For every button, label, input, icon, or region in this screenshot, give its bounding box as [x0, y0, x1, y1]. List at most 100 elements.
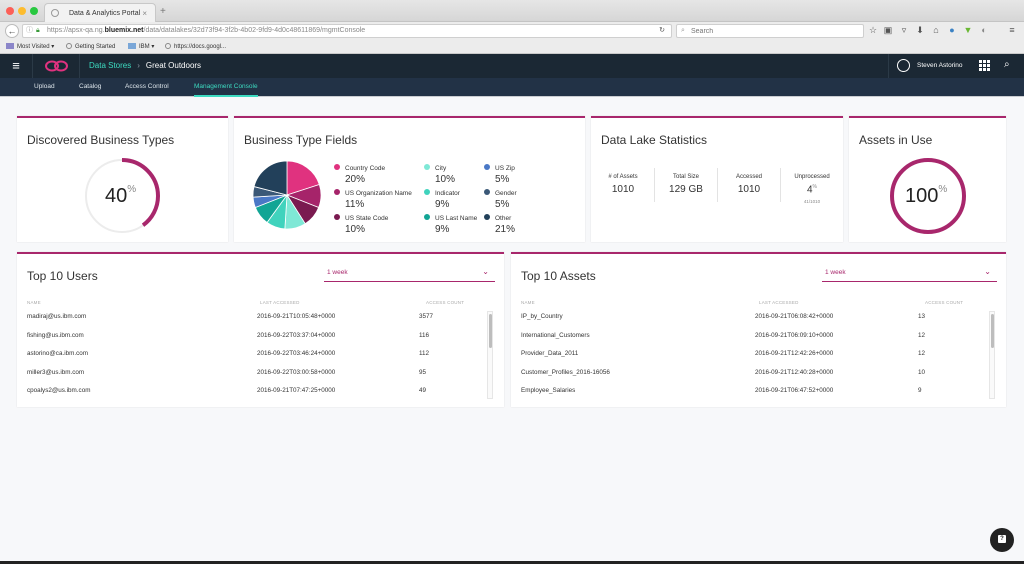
legend-dot-icon: [334, 214, 340, 220]
browser-search-input[interactable]: [691, 26, 851, 36]
scrollbar-thumb[interactable]: [489, 314, 492, 348]
url-domain: bluemix.net: [104, 27, 144, 34]
tab-close-icon[interactable]: ×: [142, 9, 147, 18]
new-tab-button[interactable]: +: [160, 6, 166, 17]
legend-item: City 10%: [424, 164, 455, 185]
row-name: madiraj@us.ibm.com: [27, 313, 87, 320]
column-header-name: Name: [521, 300, 535, 305]
browser-tab[interactable]: Data & Analytics Portal ×: [44, 3, 156, 22]
legend-percent: 9%: [435, 224, 450, 235]
breadcrumb: Data Stores › Great Outdoors: [89, 61, 201, 70]
user-menu[interactable]: Steven Astorino: [888, 54, 963, 78]
home-icon[interactable]: ⌂: [930, 25, 942, 35]
download-icon[interactable]: ⬇: [914, 25, 926, 36]
window-close-button[interactable]: [6, 7, 14, 15]
window-minimize-button[interactable]: [18, 7, 26, 15]
hamburger-menu-icon[interactable]: ≡: [0, 54, 33, 78]
row-name: miller3@us.ibm.com: [27, 368, 85, 376]
legend-percent: 20%: [345, 174, 366, 185]
avatar-icon: [897, 59, 910, 72]
row-access-count: 10: [918, 368, 926, 376]
bookmark-ibm[interactable]: IBM ▾: [128, 43, 154, 50]
tab-title: Data & Analytics Portal: [69, 10, 141, 17]
stat-label: Accessed: [735, 174, 762, 180]
row-access-count: 13: [918, 313, 926, 320]
globe-icon: [51, 9, 59, 17]
legend-percent: 9%: [435, 199, 450, 210]
app-search-icon[interactable]: ⌕: [1004, 59, 1010, 70]
row-name: International_Customers: [521, 331, 590, 339]
stat-label: Unprocessed: [794, 174, 830, 180]
app-logo[interactable]: [33, 54, 80, 78]
top-users-period-dropdown[interactable]: 1 week ⌄: [324, 266, 495, 282]
stat-value: 4%: [780, 184, 844, 195]
bookmark-getting-started[interactable]: Getting Started: [66, 43, 115, 50]
discovered-business-types-card: Discovered Business Types 40%: [17, 116, 228, 242]
row-name: IP_by_Country: [521, 313, 563, 320]
app-header: ≡ Data Stores › Great Outdoors Steven Asto…: [0, 54, 1024, 78]
legend-percent: 5%: [495, 174, 510, 185]
row-access-count: 95: [419, 368, 427, 376]
scrollbar[interactable]: [989, 311, 995, 399]
url-path: /data/datalakes/32d73f94-3f2b-4b02-9fd9-…: [143, 27, 366, 34]
row-last-accessed: 2016-09-21T06:09:10+0000: [755, 331, 834, 339]
legend-percent: 10%: [345, 224, 366, 235]
tab-catalog[interactable]: Catalog: [79, 83, 101, 97]
app-switcher-grid-icon[interactable]: [979, 60, 990, 71]
top-assets-card: Top 10 Assets 1 week ⌄ Name Last Accesse…: [511, 252, 1006, 407]
legend-dot-icon: [424, 214, 430, 220]
legend-item: US Zip 5%: [484, 164, 515, 185]
legend-label: US Zip: [495, 165, 515, 172]
window-zoom-button[interactable]: [30, 7, 38, 15]
sub-navigation: Upload Catalog Access Control Management…: [0, 78, 1024, 97]
back-arrow-icon[interactable]: ←: [5, 24, 19, 38]
folder-icon: [6, 43, 14, 49]
row-access-count: 49: [419, 387, 427, 394]
bookmark-most-visited[interactable]: Most Visited ▾: [6, 43, 54, 50]
bookmark-docs[interactable]: https://docs.googl...: [165, 43, 226, 50]
tab-upload[interactable]: Upload: [34, 83, 55, 97]
top-assets-period-dropdown[interactable]: 1 week ⌄: [822, 266, 997, 282]
clipboard-icon[interactable]: ▣: [882, 25, 894, 36]
user-extension-icon[interactable]: ●: [946, 25, 958, 35]
green-extension-icon[interactable]: ▼: [962, 25, 974, 35]
card-title: Top 10 Assets: [521, 269, 596, 283]
legend-dot-icon: [484, 164, 490, 170]
legend-item: US Last Name 9%: [424, 214, 477, 235]
tab-management-console[interactable]: Management Console: [194, 83, 258, 97]
tab-access-control[interactable]: Access Control: [125, 83, 169, 97]
discovered-value: 40%: [105, 184, 136, 208]
column-header-name: Name: [27, 300, 41, 305]
browser-search-bar[interactable]: ⌕: [676, 24, 864, 38]
column-header-access-count: Access Count: [426, 300, 465, 305]
info-icon[interactable]: ⓘ: [26, 25, 33, 37]
logo-icon: [45, 60, 68, 72]
help-chat-button[interactable]: ?: [990, 528, 1014, 552]
stat-label: # of Assets: [608, 174, 638, 180]
row-name: cpoalys2@us.ibm.com: [27, 387, 91, 394]
row-access-count: 12: [918, 331, 926, 339]
extension-icon[interactable]: ◐: [978, 25, 990, 35]
legend-dot-icon: [484, 189, 490, 195]
lock-icon: 🔒︎: [36, 27, 40, 34]
business-type-fields-card: Business Type Fields Country Code 20% US O…: [234, 116, 585, 242]
breadcrumb-data-stores[interactable]: Data Stores: [89, 61, 131, 70]
percent-sign: %: [938, 184, 948, 195]
business-type-pie-chart: [252, 160, 322, 230]
scrollbar[interactable]: [487, 311, 493, 399]
row-access-count: 9: [918, 387, 922, 394]
legend-dot-icon: [424, 164, 430, 170]
url-text[interactable]: https://apsx-qa.ng.bluemix.net/data/data…: [47, 25, 365, 37]
browser-menu-icon[interactable]: ≡: [1006, 25, 1018, 35]
globe-icon: [66, 43, 72, 49]
data-lake-statistics-card: Data Lake Statistics # of Assets 1010 To…: [591, 116, 843, 242]
bookmarks-bar: Most Visited ▾ Getting Started IBM ▾ htt…: [0, 40, 1024, 54]
url-bar[interactable]: ⓘ 🔒︎ https://apsx-qa.ng.bluemix.net/data…: [22, 24, 672, 38]
pocket-icon[interactable]: ▿: [898, 25, 910, 36]
reload-icon[interactable]: ↻: [659, 25, 665, 37]
legend-label: Country Code: [345, 165, 386, 172]
bookmark-star-icon[interactable]: ☆: [867, 25, 879, 36]
scrollbar-thumb[interactable]: [991, 314, 994, 348]
folder-icon: [128, 43, 136, 49]
percent-sign: %: [812, 184, 817, 190]
